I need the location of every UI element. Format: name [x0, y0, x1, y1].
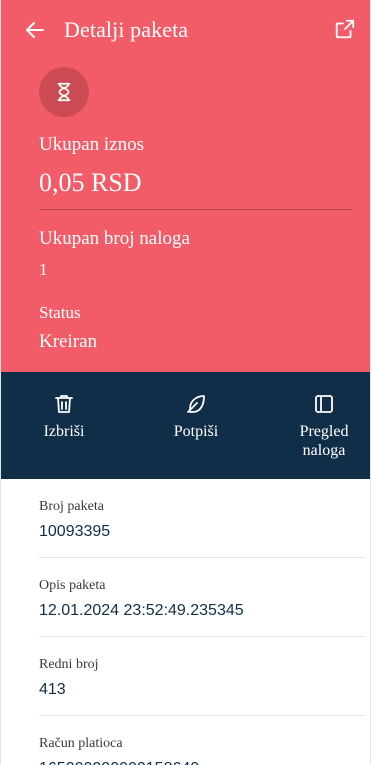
review-orders-button[interactable]: Pregled naloga: [284, 372, 364, 479]
sign-label: Potpiši: [173, 423, 219, 440]
payer-account-label: Račun platioca: [39, 736, 123, 751]
status-value: Kreiran: [39, 331, 98, 352]
review-orders-label: Pregled naloga: [299, 423, 349, 459]
package-description-value: 12.01.2024 23:52:49.235345: [39, 602, 244, 619]
total-amount-value: 0,05 RSD: [39, 168, 142, 197]
external-link-icon[interactable]: [334, 18, 356, 40]
package-description-label: Opis paketa: [39, 578, 106, 593]
package-number-label: Broj paketa: [39, 499, 104, 514]
action-bar: Izbriši Potpiši Pregled naloga: [1, 372, 370, 479]
trash-icon: [55, 395, 73, 413]
delete-button[interactable]: Izbriši: [29, 372, 99, 479]
total-amount-label: Ukupan iznos: [39, 134, 145, 155]
package-details-screen: Detalji paketa Ukupan iznos 0,05 RSD Uku…: [0, 0, 371, 765]
feather-pen-icon: [187, 395, 205, 413]
page-title: Detalji paketa: [64, 17, 189, 42]
sequence-number-value: 413: [39, 681, 66, 698]
details-list: Broj paketa 10093395 Opis paketa 12.01.2…: [1, 479, 370, 765]
package-number-value: 10093395: [39, 523, 111, 540]
hourglass-icon: [57, 82, 71, 102]
summary-divider: [39, 209, 352, 210]
order-count-value: 1: [39, 260, 48, 279]
panel-icon: [315, 395, 333, 413]
order-count-label: Ukupan broj naloga: [39, 228, 190, 249]
status-label: Status: [39, 303, 81, 322]
list-item: Broj paketa 10093395: [39, 479, 366, 558]
status-icon-badge: [39, 67, 89, 117]
delete-label: Izbriši: [43, 423, 85, 440]
list-item: Opis paketa 12.01.2024 23:52:49.235345: [39, 558, 366, 637]
sign-button[interactable]: Potpiši: [161, 372, 231, 479]
summary-panel: Detalji paketa Ukupan iznos 0,05 RSD Uku…: [1, 0, 370, 372]
list-item: Račun platioca 165000000000158640: [39, 716, 366, 765]
arrow-left-icon[interactable]: [23, 18, 47, 42]
list-item: Redni broj 413: [39, 637, 366, 716]
payer-account-value: 165000000000158640: [39, 760, 199, 765]
sequence-number-label: Redni broj: [39, 657, 99, 672]
top-bar: Detalji paketa: [1, 0, 370, 64]
